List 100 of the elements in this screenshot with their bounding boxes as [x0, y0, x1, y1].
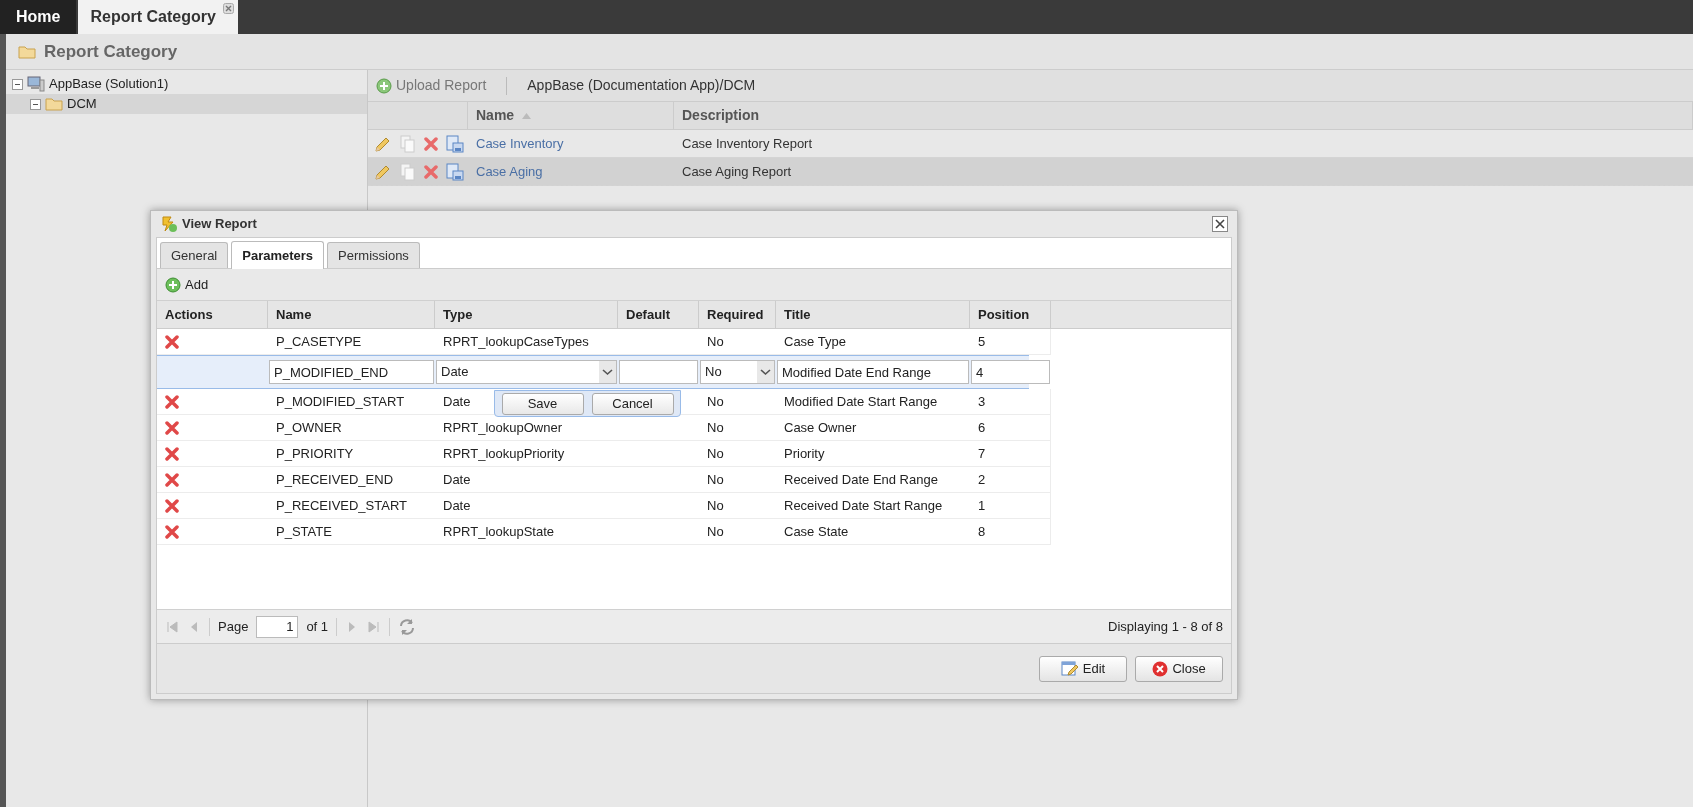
- table-cell-text: RPRT_lookupState: [443, 522, 555, 541]
- table-cell-text: RPRT_lookupOwner: [443, 418, 562, 437]
- table-cell-text: Case Aging Report: [681, 162, 793, 181]
- table-cell-text: Priority: [784, 444, 825, 463]
- column-header[interactable]: Required: [699, 301, 776, 328]
- table-cell-text: Date: [443, 392, 471, 411]
- table-cell-text: P_MODIFIED_START: [276, 392, 405, 411]
- add-icon: [165, 276, 181, 293]
- tab[interactable]: Report Category: [78, 0, 238, 34]
- column-header[interactable]: Default: [618, 301, 699, 328]
- page-label: Page: [218, 617, 249, 636]
- required-dropdown[interactable]: No: [700, 360, 775, 384]
- column-header[interactable]: Title: [776, 301, 970, 328]
- delete-icon[interactable]: [424, 164, 438, 179]
- report-icon[interactable]: [446, 162, 464, 181]
- page-count: of 1: [306, 617, 329, 636]
- edit-icon: [1060, 659, 1079, 678]
- dialog-tab[interactable]: Permissions: [327, 242, 420, 268]
- delete-icon[interactable]: [424, 136, 438, 151]
- report-link[interactable]: Case Inventory: [468, 133, 674, 154]
- table-cell-text: 8: [978, 522, 986, 541]
- collapse-icon[interactable]: [12, 78, 23, 90]
- table-cell-text: 5: [978, 332, 986, 351]
- tab[interactable]: Home: [0, 0, 77, 34]
- name-field[interactable]: P_MODIFIED_END: [269, 360, 434, 384]
- table-cell-text: Case State: [784, 522, 849, 541]
- title-field[interactable]: Modified Date End Range: [777, 360, 969, 384]
- table-cell-text: P_OWNER: [276, 418, 342, 437]
- table-cell-text: No: [707, 470, 724, 489]
- table-cell-text: 7: [978, 444, 986, 463]
- table-cell-text: Received Date Start Range: [784, 496, 943, 515]
- folder-icon: [45, 97, 63, 111]
- delete-icon[interactable]: [165, 420, 179, 435]
- tree-item[interactable]: AppBase (Solution1): [6, 74, 367, 94]
- table-cell-text: 2: [978, 470, 986, 489]
- table-cell-text: 3: [978, 392, 986, 411]
- table-cell-text: No: [707, 392, 724, 411]
- upload-report-button[interactable]: Upload Report: [376, 75, 487, 96]
- edit-button[interactable]: Edit: [1039, 655, 1127, 682]
- table-cell-text: P_CASETYPE: [276, 332, 362, 351]
- page-field[interactable]: 1: [256, 615, 299, 638]
- editor-button[interactable]: Save: [501, 392, 584, 415]
- add-icon: [376, 77, 392, 94]
- table-cell-text: No: [707, 418, 724, 437]
- table-cell-text: Date: [443, 470, 471, 489]
- column-header[interactable]: Name: [468, 102, 674, 129]
- close-icon[interactable]: [1212, 216, 1228, 232]
- default-field[interactable]: [619, 360, 698, 384]
- position-field[interactable]: 4: [971, 360, 1050, 384]
- paging-summary: Displaying 1 - 8 of 8: [1108, 617, 1223, 636]
- table-cell-text: Case Inventory Report: [681, 134, 814, 153]
- last-page-icon[interactable]: [367, 619, 382, 634]
- table-cell-text: P_RECEIVED_END: [276, 470, 394, 489]
- editor-button[interactable]: Cancel: [591, 392, 674, 415]
- lightning-icon: [160, 215, 178, 233]
- close-button[interactable]: Close: [1135, 655, 1223, 682]
- delete-icon[interactable]: [165, 498, 179, 513]
- delete-icon[interactable]: [165, 394, 179, 409]
- type-dropdown[interactable]: Date: [436, 360, 617, 384]
- tree-item[interactable]: DCM: [6, 94, 367, 114]
- report-link[interactable]: Case Aging: [468, 161, 674, 182]
- breadcrumb-path: AppBase (Documentation App)/DCM: [527, 76, 756, 95]
- column-header[interactable]: Position: [970, 301, 1051, 328]
- table-cell-text: Modified Date Start Range: [784, 392, 938, 411]
- table-cell-text: Received Date End Range: [784, 470, 938, 489]
- dialog-tab[interactable]: Parameters: [231, 241, 325, 269]
- table-cell-text: Date: [443, 496, 471, 515]
- table-cell-text: No: [707, 332, 724, 351]
- delete-icon[interactable]: [165, 334, 179, 349]
- column-header[interactable]: Description: [674, 102, 1693, 129]
- report-row[interactable]: Case Aging Case Aging Report: [368, 158, 1693, 186]
- refresh-icon[interactable]: [398, 617, 417, 636]
- table-cell-text: RPRT_lookupPriority: [443, 444, 565, 463]
- column-header[interactable]: Actions: [157, 301, 268, 328]
- panel-title: Report Category: [44, 40, 178, 63]
- table-cell-text: P_RECEIVED_START: [276, 496, 407, 515]
- table-cell-text: P_PRIORITY: [276, 444, 354, 463]
- table-cell-text: 1: [978, 496, 986, 515]
- table-cell-text: 6: [978, 418, 986, 437]
- folder-icon: [18, 44, 36, 59]
- report-icon[interactable]: [446, 134, 464, 153]
- table-cell-text: Case Type: [784, 332, 846, 351]
- delete-icon[interactable]: [165, 524, 179, 539]
- delete-icon[interactable]: [165, 446, 179, 461]
- computer-icon: [27, 76, 45, 92]
- column-header[interactable]: Name: [268, 301, 435, 328]
- dialog-tab[interactable]: General: [160, 242, 229, 268]
- table-cell-text: RPRT_lookupCaseTypes: [443, 332, 589, 351]
- table-cell-text: P_STATE: [276, 522, 332, 541]
- table-cell-text: No: [707, 496, 724, 515]
- table-cell-text: No: [707, 444, 724, 463]
- collapse-icon[interactable]: [30, 98, 41, 110]
- table-cell-text: No: [707, 522, 724, 541]
- first-page-icon[interactable]: [165, 619, 179, 634]
- table-cell-text: Case Owner: [784, 418, 857, 437]
- dialog-title: View Report: [182, 215, 257, 234]
- column-header[interactable]: Type: [435, 301, 618, 328]
- close-icon: [1152, 660, 1169, 677]
- add-button[interactable]: Add: [165, 274, 209, 295]
- delete-icon[interactable]: [165, 472, 179, 487]
